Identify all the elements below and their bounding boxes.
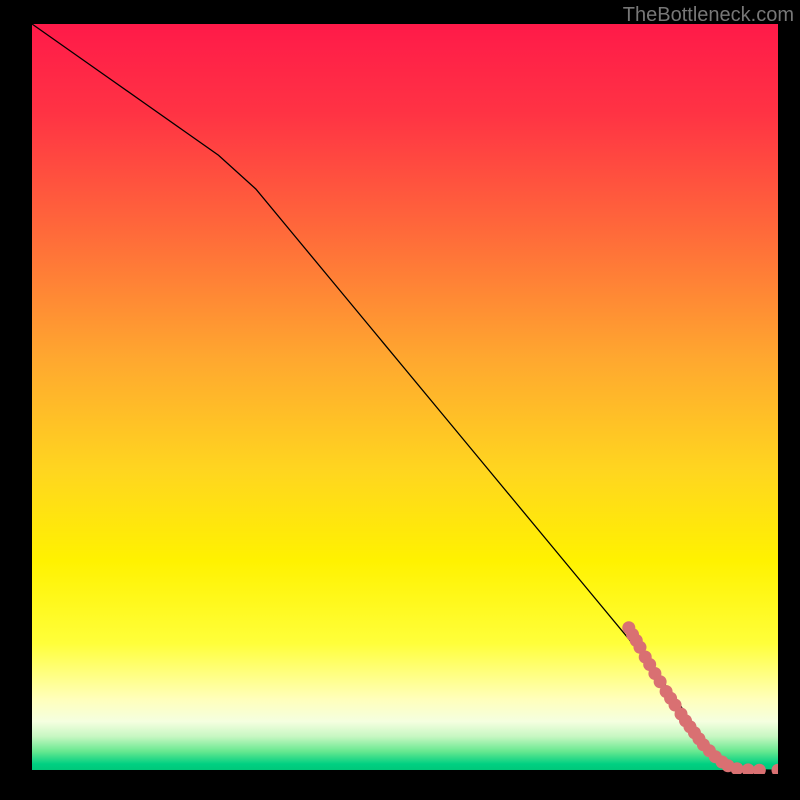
data-point (753, 764, 766, 774)
chart-curve (32, 24, 778, 770)
data-point (742, 763, 755, 774)
chart-scatter-group (622, 621, 778, 774)
data-point (772, 764, 779, 774)
chart-svg (32, 24, 778, 774)
watermark-text: TheBottleneck.com (623, 4, 794, 27)
chart-plot-area (32, 24, 778, 774)
